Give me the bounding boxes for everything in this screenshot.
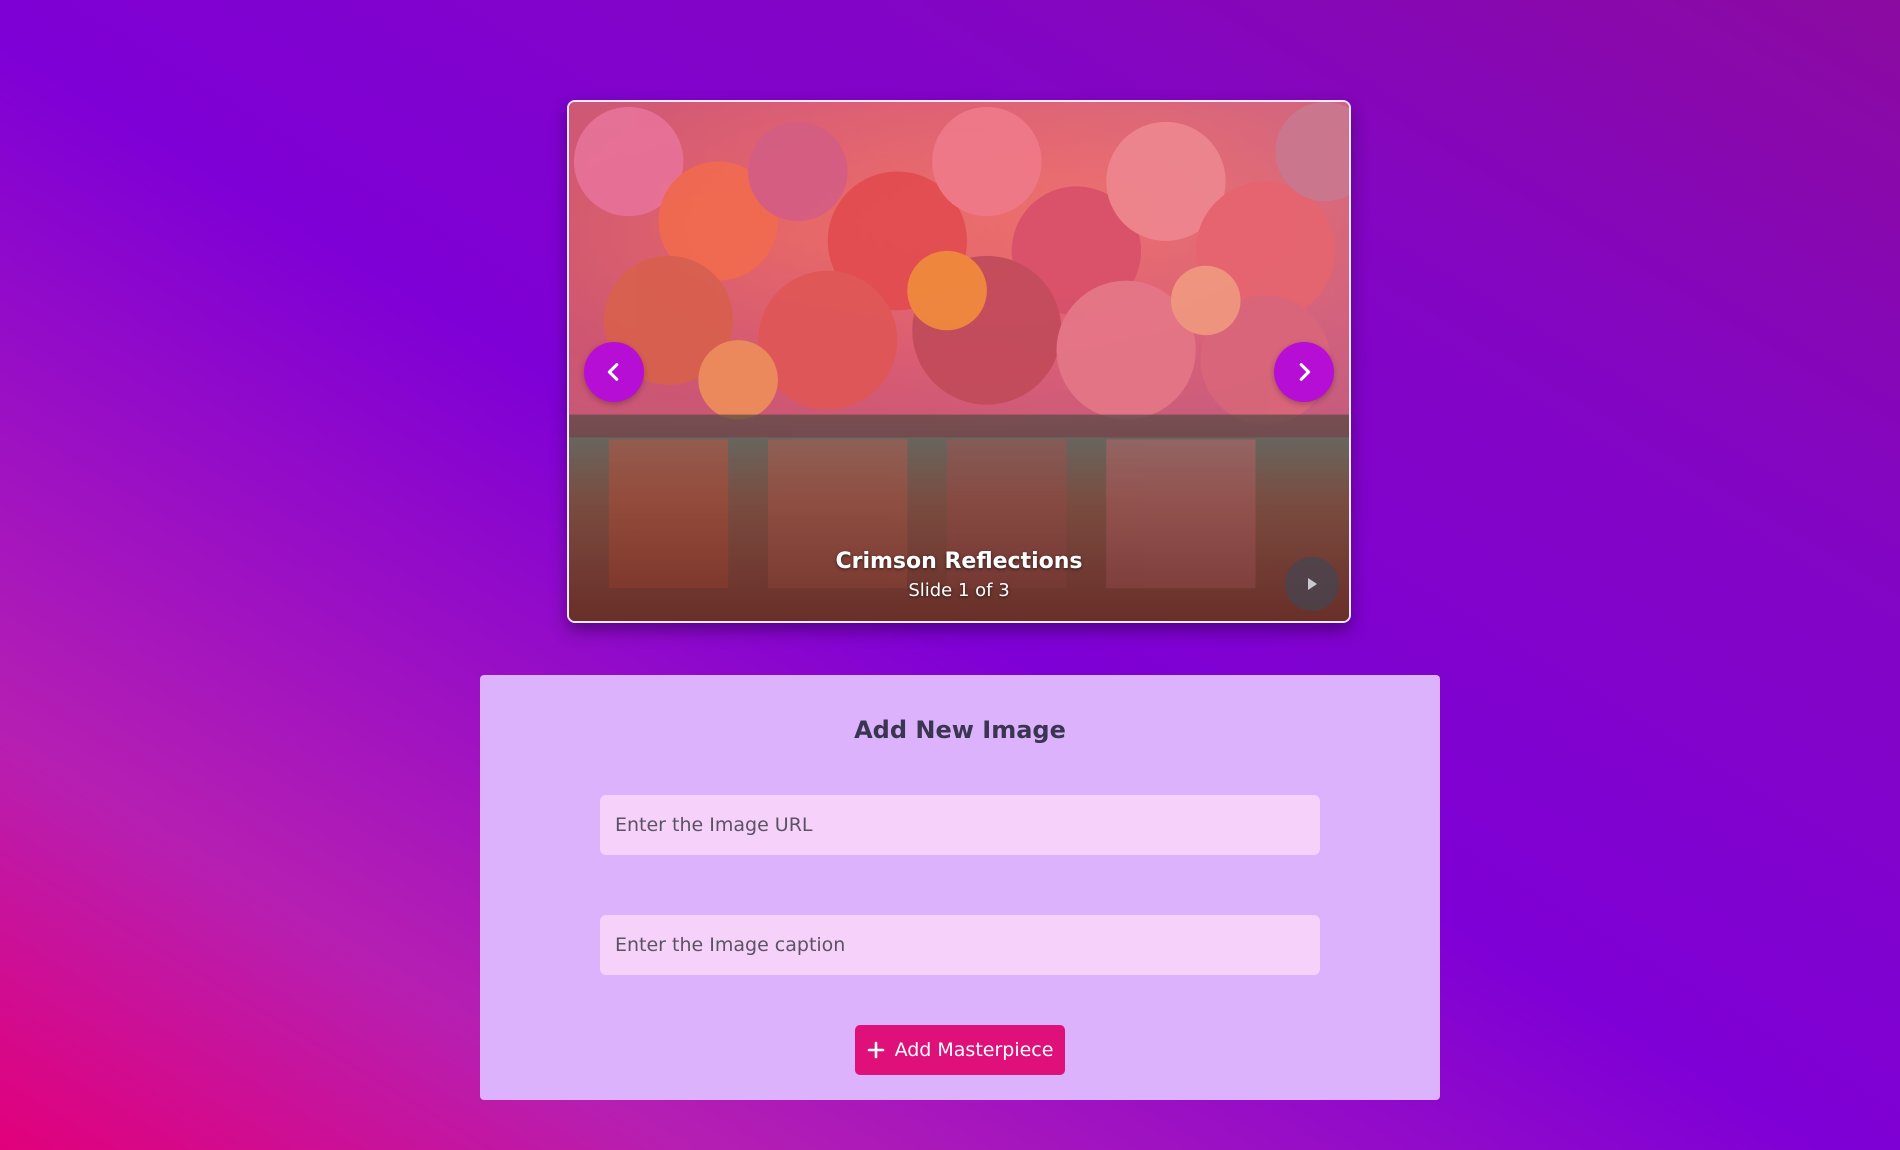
play-icon [1308,578,1317,590]
plus-icon [867,1041,885,1059]
slide-image [569,102,1349,621]
slide-counter: Slide 1 of 3 [908,580,1010,601]
next-slide-button[interactable] [1274,342,1334,402]
image-slideshow: Crimson Reflections Slide 1 of 3 [567,100,1351,623]
add-masterpiece-button[interactable]: Add Masterpiece [855,1025,1065,1075]
autoplay-button[interactable] [1285,557,1339,611]
image-url-input[interactable] [600,795,1320,855]
previous-slide-button[interactable] [584,342,644,402]
chevron-right-icon [1299,363,1311,381]
slide-title: Crimson Reflections [835,549,1083,574]
panel-title: Add New Image [854,716,1066,744]
image-caption-input[interactable] [600,915,1320,975]
slide-caption: Crimson Reflections Slide 1 of 3 [569,547,1349,605]
add-image-panel: Add New Image Add Masterpiece [480,675,1440,1100]
chevron-left-icon [607,363,619,381]
add-masterpiece-label: Add Masterpiece [894,1039,1054,1061]
